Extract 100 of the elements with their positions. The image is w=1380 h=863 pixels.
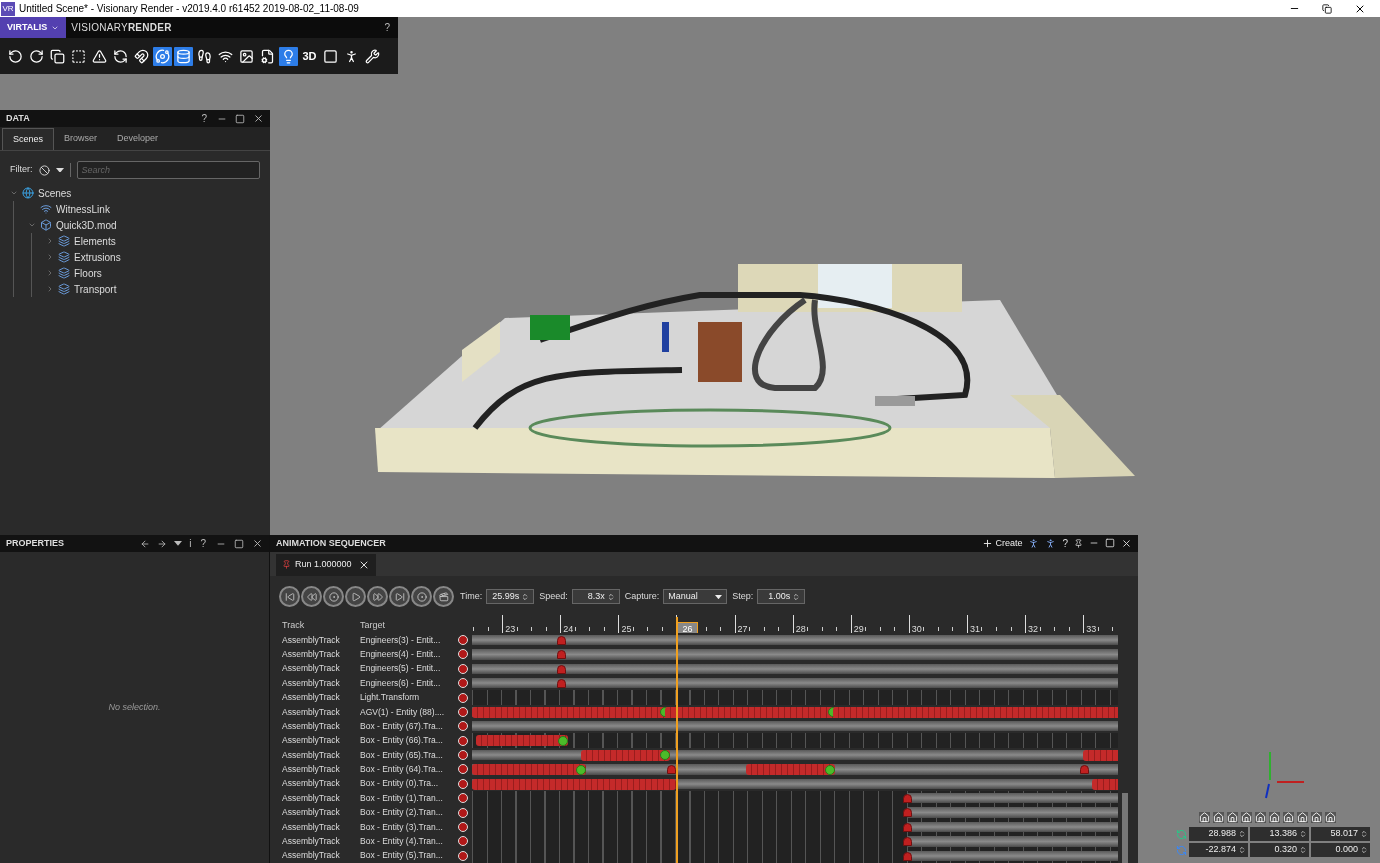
- keyframe-marker[interactable]: [903, 851, 913, 861]
- dropdown-arrow-icon[interactable]: [55, 167, 64, 173]
- clapperboard-icon[interactable]: [433, 586, 454, 608]
- play-icon[interactable]: [345, 586, 366, 608]
- forward-icon[interactable]: [157, 538, 168, 549]
- dropdown-arrow-icon[interactable]: [715, 594, 723, 599]
- 3d-button[interactable]: 3D: [300, 46, 319, 66]
- tree-item[interactable]: Extrusions: [74, 249, 121, 265]
- help-button[interactable]: ?: [1062, 535, 1068, 551]
- field-label: Step:: [732, 590, 754, 604]
- track-target: Engineers(3) - Entit...: [360, 633, 442, 647]
- track-name: AssemblyTrack: [282, 849, 341, 863]
- tree-item[interactable]: Floors: [74, 265, 102, 281]
- keyframe-marker[interactable]: [557, 635, 567, 645]
- user-icon[interactable]: [1045, 537, 1057, 549]
- value-field[interactable]: 0.000: [1311, 843, 1370, 857]
- cube-icon: [40, 219, 52, 231]
- spinner-arrows-icon[interactable]: [1360, 846, 1368, 854]
- help-button[interactable]: ?: [384, 20, 390, 35]
- dropdown-arrow-icon[interactable]: [174, 541, 183, 546]
- spin-field[interactable]: 25.99s: [486, 589, 535, 605]
- value-field[interactable]: 58.017: [1311, 827, 1370, 841]
- power-icon: [575, 764, 586, 775]
- maximize-icon[interactable]: [235, 113, 245, 124]
- keyframe-marker[interactable]: [903, 822, 913, 832]
- track-name: AssemblyTrack: [282, 734, 341, 748]
- skip-forward-icon[interactable]: [389, 586, 410, 608]
- ruler-label: 29: [852, 622, 864, 636]
- record-icon[interactable]: [323, 586, 344, 608]
- rewind-icon[interactable]: [301, 586, 322, 608]
- spinner-arrows-icon[interactable]: [792, 592, 801, 601]
- capture-dropdown[interactable]: Manual: [663, 589, 728, 605]
- value-field[interactable]: 13.386: [1250, 827, 1309, 841]
- home-icon[interactable]: [1199, 812, 1210, 823]
- skip-back-icon[interactable]: [279, 586, 300, 608]
- help-button[interactable]: ?: [198, 536, 208, 551]
- keyframe-marker[interactable]: [557, 678, 567, 688]
- rotation-icon: [1176, 844, 1187, 856]
- maximize-icon[interactable]: [1105, 538, 1115, 549]
- orbit-icon[interactable]: [153, 46, 172, 66]
- tab-label[interactable]: Run 1.000000: [295, 558, 352, 572]
- close-icon[interactable]: [252, 538, 263, 549]
- info-button[interactable]: i: [189, 536, 192, 551]
- user-icon[interactable]: [1028, 537, 1040, 549]
- track-target: Light.Transform: [360, 691, 421, 704]
- spinner-arrows-icon[interactable]: [606, 592, 615, 601]
- track-name: AssemblyTrack: [282, 777, 341, 791]
- maximize-icon[interactable]: [234, 538, 244, 549]
- spin-field[interactable]: 1.00s: [757, 589, 806, 605]
- value-field[interactable]: 0.320: [1250, 843, 1309, 857]
- track-target: Box - Entity (66).Tra...: [360, 734, 444, 748]
- playhead[interactable]: [675, 616, 678, 863]
- tab[interactable]: Scenes: [2, 128, 55, 150]
- keyframe-run[interactable]: [580, 749, 670, 761]
- value-field[interactable]: -22.874: [1189, 843, 1248, 857]
- track-target: Box - Entity (67).Tra...: [360, 719, 444, 733]
- tab[interactable]: Browser: [54, 128, 108, 150]
- spinner-arrows-icon[interactable]: [1299, 830, 1307, 838]
- spinner-arrows-icon[interactable]: [1299, 846, 1307, 854]
- pin-icon[interactable]: [1074, 538, 1083, 548]
- help-button[interactable]: ?: [199, 111, 209, 126]
- spin-field[interactable]: 8.3x: [571, 589, 620, 605]
- keyframe-marker[interactable]: [903, 794, 913, 804]
- tree-item[interactable]: Quick3D.mod: [56, 217, 117, 233]
- track-target: Box - Entity (65).Tra...: [360, 748, 444, 762]
- spinner-arrows-icon[interactable]: [1238, 830, 1246, 838]
- close-icon[interactable]: [253, 113, 264, 124]
- sequence-tab[interactable]: Run 1.000000: [276, 553, 376, 576]
- keyframe-marker[interactable]: [666, 765, 676, 775]
- keyframe-run[interactable]: [746, 764, 836, 776]
- tree-item[interactable]: Elements: [74, 233, 116, 249]
- spinner-arrows-icon[interactable]: [521, 592, 530, 601]
- tree-item[interactable]: Scenes: [38, 185, 72, 201]
- keyframe-marker[interactable]: [1080, 765, 1090, 775]
- keyframe-marker[interactable]: [557, 650, 567, 660]
- lightbulb-icon[interactable]: [279, 46, 298, 66]
- database-icon[interactable]: [174, 46, 193, 66]
- tree-item[interactable]: Transport: [74, 281, 117, 297]
- keyframe-marker[interactable]: [557, 664, 567, 674]
- keyframe-run[interactable]: [472, 764, 586, 776]
- fast-forward-icon[interactable]: [367, 586, 388, 608]
- close-icon[interactable]: [1121, 537, 1132, 549]
- app-logo: VR: [1, 1, 15, 16]
- keyframe-marker[interactable]: [903, 837, 913, 847]
- create-button[interactable]: Create: [982, 536, 1023, 551]
- search-field[interactable]: Search: [76, 161, 260, 179]
- no-filter-icon[interactable]: [38, 164, 50, 176]
- track-target: Engineers(6) - Entit...: [360, 676, 442, 690]
- keyframe-run[interactable]: [476, 735, 569, 747]
- value-field[interactable]: 28.988: [1189, 827, 1248, 841]
- spinner-arrows-icon[interactable]: [1360, 830, 1368, 838]
- brand-menu-button[interactable]: VIRTALIS: [0, 17, 67, 38]
- record-icon[interactable]: [411, 586, 432, 608]
- spinner-arrows-icon[interactable]: [1238, 846, 1246, 854]
- keyframe-marker[interactable]: [903, 808, 913, 818]
- tree-item[interactable]: WitnessLink: [56, 201, 110, 217]
- back-icon[interactable]: [140, 538, 151, 549]
- field-label: Capture:: [624, 590, 660, 604]
- restore-icon[interactable]: [1322, 3, 1332, 14]
- tab[interactable]: Developer: [107, 128, 169, 150]
